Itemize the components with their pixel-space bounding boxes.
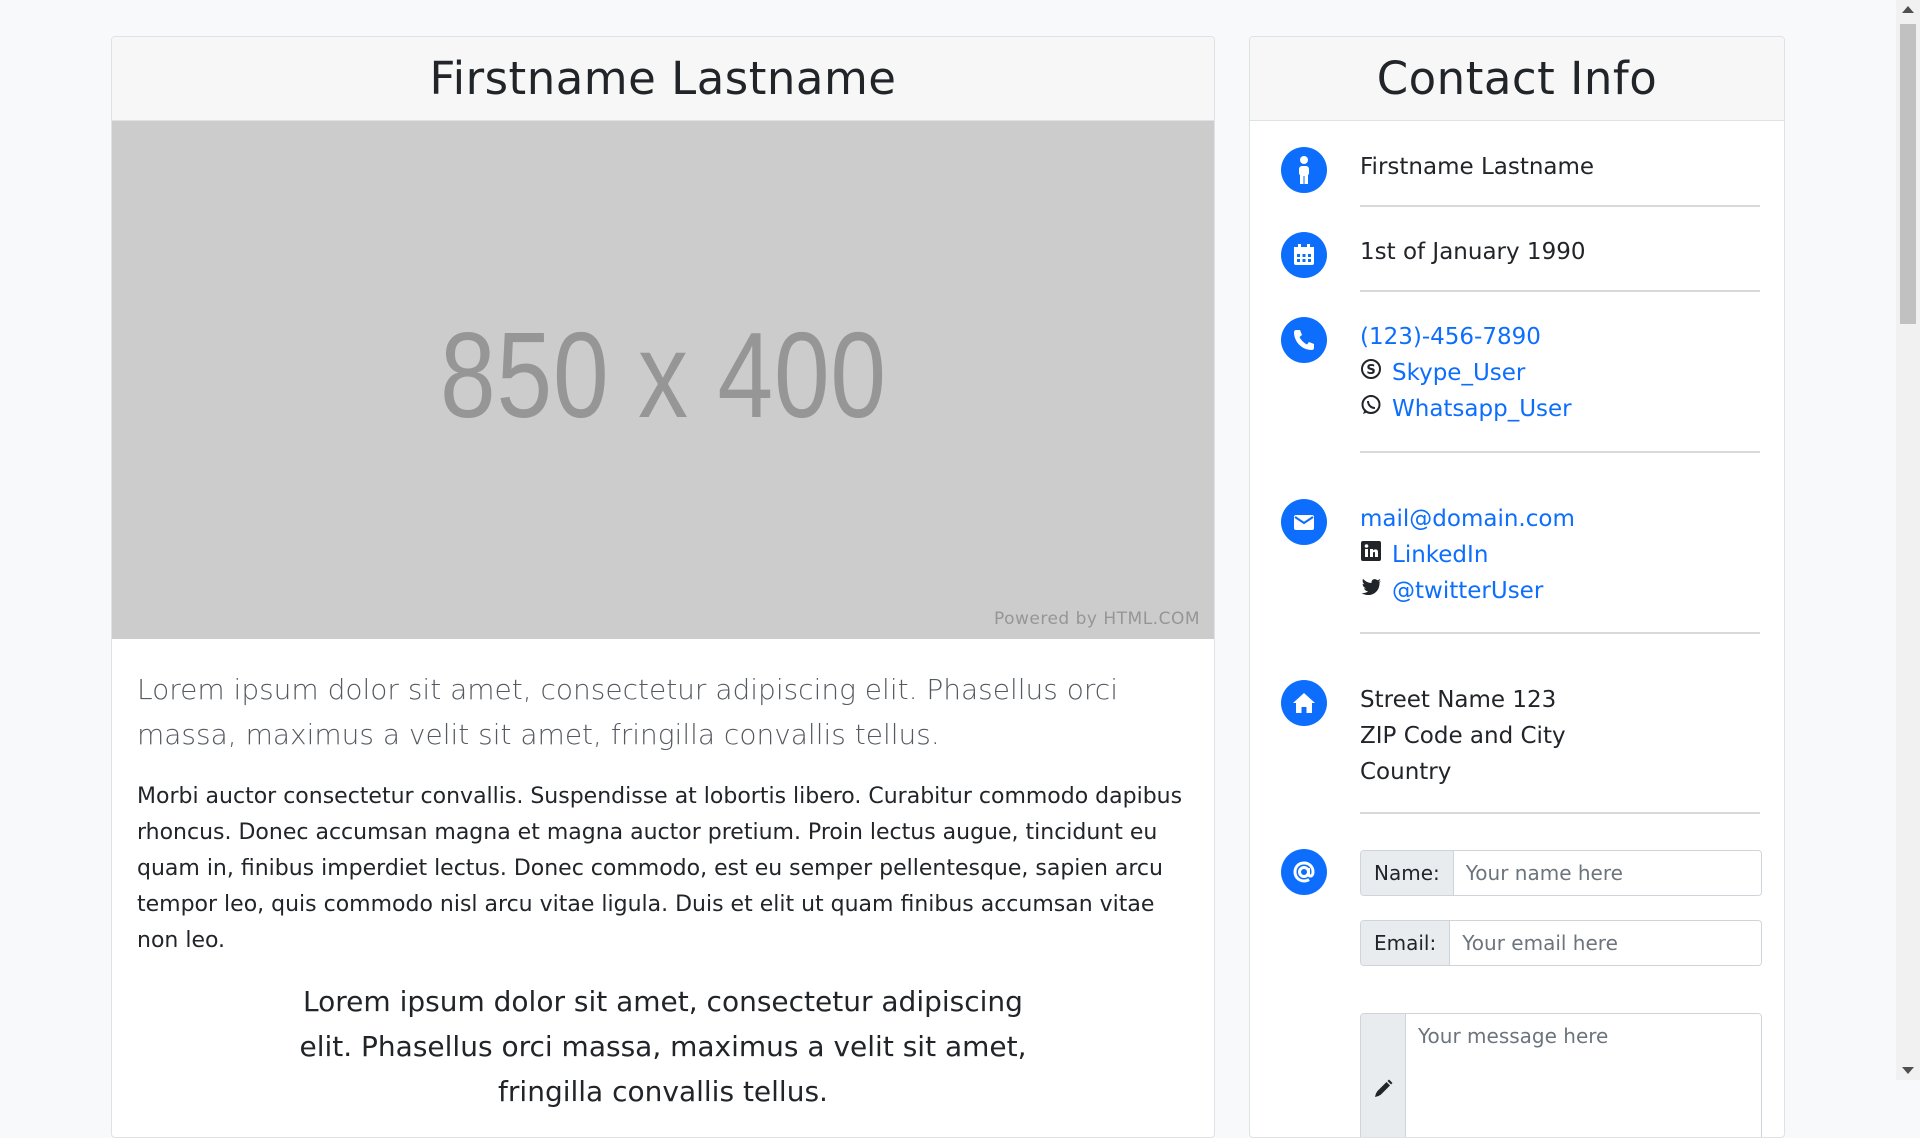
name-input-group: Name: <box>1360 850 1762 896</box>
contact-title: Contact Info <box>1250 37 1784 121</box>
profile-card: Firstname Lastname 850 x 400 Powered by … <box>111 36 1215 1138</box>
phone-icon <box>1281 317 1327 363</box>
name-label: Name: <box>1361 851 1454 895</box>
skype-link[interactable]: S Skype_User <box>1360 355 1760 391</box>
skype-icon: S <box>1360 355 1382 391</box>
divider <box>1360 290 1760 292</box>
image-credit: Powered by HTML.COM <box>993 609 1200 629</box>
whatsapp-link[interactable]: Whatsapp_User <box>1360 391 1760 427</box>
divider <box>1360 812 1760 814</box>
skype-label: Skype_User <box>1392 360 1526 386</box>
body-paragraph: Morbi auctor consectetur convallis. Susp… <box>137 784 1183 953</box>
name-input[interactable] <box>1453 851 1761 895</box>
scroll-down-arrow-icon[interactable] <box>1902 1067 1914 1074</box>
message-textarea[interactable] <box>1406 1014 1761 1137</box>
twitter-link[interactable]: @twitterUser <box>1360 573 1760 609</box>
phone-link[interactable]: (123)-456-7890 <box>1360 319 1760 355</box>
divider <box>1360 205 1760 207</box>
contact-birthday: 1st of January 1990 <box>1360 239 1586 265</box>
address-country: Country <box>1360 759 1452 785</box>
contact-name: Firstname Lastname <box>1360 154 1595 180</box>
divider <box>1360 451 1760 453</box>
divider <box>1360 632 1760 634</box>
page-scrollbar[interactable] <box>1896 0 1920 1080</box>
linkedin-icon <box>1360 537 1382 573</box>
at-icon <box>1281 849 1327 895</box>
calendar-icon <box>1281 232 1327 278</box>
envelope-icon <box>1281 499 1327 545</box>
message-input-group <box>1360 1013 1762 1137</box>
person-icon <box>1281 147 1327 193</box>
lead-paragraph: Lorem ipsum dolor sit amet, consectetur … <box>137 673 1118 751</box>
twitter-label: @twitterUser <box>1392 578 1544 604</box>
email-input-group: Email: <box>1360 920 1762 966</box>
profile-title: Firstname Lastname <box>112 37 1214 121</box>
home-icon <box>1281 680 1327 726</box>
image-size-text: 850 x 400 <box>439 307 887 443</box>
contact-card: Contact Info Firstname Lastname 1st of J… <box>1249 36 1785 1138</box>
linkedin-label: LinkedIn <box>1392 542 1489 568</box>
whatsapp-label: Whatsapp_User <box>1392 396 1572 422</box>
scrollbar-thumb[interactable] <box>1900 24 1916 324</box>
scroll-up-arrow-icon[interactable] <box>1902 6 1914 13</box>
address-zip-city: ZIP Code and City <box>1360 723 1566 749</box>
profile-image-placeholder: 850 x 400 Powered by HTML.COM <box>112 121 1214 639</box>
quote-paragraph: Lorem ipsum dolor sit amet, consectetur … <box>299 985 1027 1108</box>
twitter-icon <box>1360 573 1382 609</box>
linkedin-link[interactable]: LinkedIn <box>1360 537 1760 573</box>
whatsapp-icon <box>1360 391 1382 427</box>
pencil-icon <box>1361 1014 1406 1137</box>
email-link[interactable]: mail@domain.com <box>1360 501 1760 537</box>
email-label: Email: <box>1361 921 1451 965</box>
svg-text:S: S <box>1366 363 1375 378</box>
address-street: Street Name 123 <box>1360 687 1557 713</box>
email-input[interactable] <box>1450 921 1761 965</box>
